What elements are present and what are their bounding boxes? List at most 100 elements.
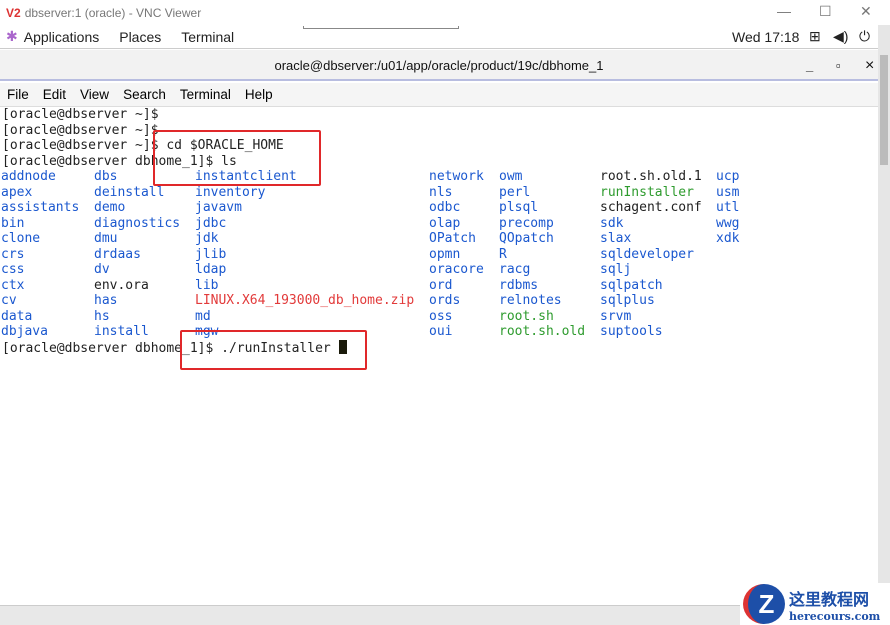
window-minimize-button[interactable]: _: [806, 50, 813, 81]
ls-entry: bin: [1, 215, 25, 231]
highlight-box: [180, 330, 367, 370]
ls-entry: schagent.conf: [600, 200, 702, 215]
vnc-logo-icon: V2: [6, 5, 21, 20]
menu-edit[interactable]: Edit: [43, 87, 66, 102]
ls-entry: precomp: [499, 215, 554, 231]
ls-entry: jdk: [195, 231, 219, 246]
ls-entry: hs: [94, 308, 110, 324]
menu-help[interactable]: Help: [245, 87, 273, 102]
close-button[interactable]: ✕: [860, 3, 872, 20]
ls-entry: oracore: [429, 262, 484, 277]
highlight-box: [153, 130, 321, 186]
ls-entry: diagnostics: [94, 215, 181, 231]
ls-entry: LINUX.X64_193000_db_home.zip: [195, 293, 415, 308]
maximize-button[interactable]: ☐: [819, 3, 832, 20]
terminal-menubar: File Edit View Search Terminal Help: [0, 83, 878, 107]
ls-entry: wwg: [716, 215, 740, 231]
ls-entry: xdk: [716, 231, 740, 246]
terminal-output[interactable]: [oracle@dbserver ~]$ [oracle@dbserver ~]…: [0, 107, 878, 605]
ls-entry: odbc: [429, 200, 461, 215]
ls-entry: dmu: [94, 231, 118, 246]
ls-entry: oss: [429, 308, 453, 324]
network-icon[interactable]: ⊞: [809, 28, 821, 45]
ls-entry: root.sh.old: [499, 324, 586, 339]
ls-entry: olap: [429, 215, 461, 231]
minimize-button[interactable]: —: [777, 3, 791, 19]
window-title: oracle@dbserver:/u01/app/oracle/product/…: [274, 58, 604, 73]
ls-entry: dbjava: [1, 324, 48, 339]
menu-search[interactable]: Search: [123, 87, 166, 102]
ls-entry: network: [429, 169, 484, 184]
ls-entry: srvm: [600, 308, 632, 324]
terminal-line: [oracle@dbserver ~]$: [2, 107, 159, 122]
ls-entry: inventory: [195, 184, 266, 200]
clock[interactable]: Wed 17:18: [732, 29, 799, 45]
ls-entry: ords: [429, 293, 461, 308]
menu-view[interactable]: View: [80, 87, 109, 102]
ls-entry: jdbc: [195, 215, 227, 231]
places-menu[interactable]: Places: [119, 29, 161, 45]
power-icon[interactable]: ⏻: [859, 28, 870, 45]
ls-entry: perl: [499, 184, 531, 200]
ls-entry: rdbms: [499, 277, 539, 293]
ls-entry: data: [1, 308, 33, 324]
watermark-en: herecours.com: [789, 609, 881, 623]
watermark-logo: Z: [743, 584, 785, 624]
ls-entry: sqlj: [600, 262, 632, 277]
ls-entry: root.sh.old.1: [600, 169, 702, 184]
ls-entry: jlib: [195, 246, 227, 262]
ls-entry: deinstall: [94, 184, 165, 200]
ls-entry: usm: [716, 184, 740, 200]
ls-entry: apex: [1, 184, 33, 200]
ls-entry: root.sh: [499, 308, 554, 324]
applications-menu[interactable]: Applications: [24, 29, 100, 45]
ls-entry: env.ora: [94, 277, 149, 293]
vnc-titlebar: V2 dbserver:1 (oracle) - VNC Viewer — ☐ …: [0, 0, 890, 25]
scrollbar-thumb[interactable]: [880, 55, 888, 165]
window-close-button[interactable]: ×: [865, 50, 874, 81]
terminal-line: [oracle@dbserver ~]$: [2, 122, 159, 138]
ls-entry: sqldeveloper: [600, 246, 694, 262]
terminal-titlebar: oracle@dbserver:/u01/app/oracle/product/…: [0, 50, 878, 81]
vertical-scrollbar[interactable]: [878, 25, 890, 605]
ls-entry: OPatch: [429, 231, 476, 246]
ls-entry: nls: [429, 184, 453, 200]
ls-entry: sqlpatch: [600, 277, 663, 293]
ls-entry: crs: [1, 246, 25, 262]
ls-entry: opmn: [429, 246, 461, 262]
ls-entry: cv: [1, 293, 17, 308]
ls-entry: oui: [429, 324, 453, 339]
ls-entry: utl: [716, 200, 740, 215]
ls-entry: install: [94, 324, 149, 339]
ls-entry: suptools: [600, 324, 663, 339]
ls-entry: owm: [499, 169, 523, 184]
terminal-menu[interactable]: Terminal: [181, 29, 234, 45]
ls-entry: relnotes: [499, 293, 562, 308]
volume-icon[interactable]: ◀): [833, 28, 848, 45]
ls-entry: demo: [94, 200, 126, 215]
ls-entry: assistants: [1, 200, 80, 215]
ls-entry: dbs: [94, 169, 118, 184]
ls-entry: R: [499, 246, 507, 262]
menu-terminal[interactable]: Terminal: [180, 87, 231, 102]
ls-entry: sqlplus: [600, 293, 655, 308]
ls-entry: runInstaller: [600, 184, 694, 200]
ls-entry: lib: [195, 277, 219, 293]
horizontal-scrollbar[interactable]: [0, 605, 740, 625]
ls-entry: md: [195, 308, 211, 324]
ls-entry: ctx: [1, 277, 25, 293]
ls-entry: slax: [600, 231, 632, 246]
ls-entry: plsql: [499, 200, 539, 215]
ls-entry: javavm: [195, 200, 242, 215]
ls-entry: ldap: [195, 262, 227, 277]
ls-entry: drdaas: [94, 246, 141, 262]
ls-entry: QOpatch: [499, 231, 554, 246]
ls-entry: racg: [499, 262, 531, 277]
vnc-drag-handle[interactable]: [303, 26, 459, 29]
window-maximize-button[interactable]: ▫: [836, 50, 841, 81]
ls-entry: addnode: [1, 169, 56, 184]
ls-entry: clone: [1, 231, 41, 246]
ls-entry: ord: [429, 277, 453, 293]
menu-file[interactable]: File: [7, 87, 29, 102]
watermark-cn: 这里教程网: [789, 589, 870, 609]
